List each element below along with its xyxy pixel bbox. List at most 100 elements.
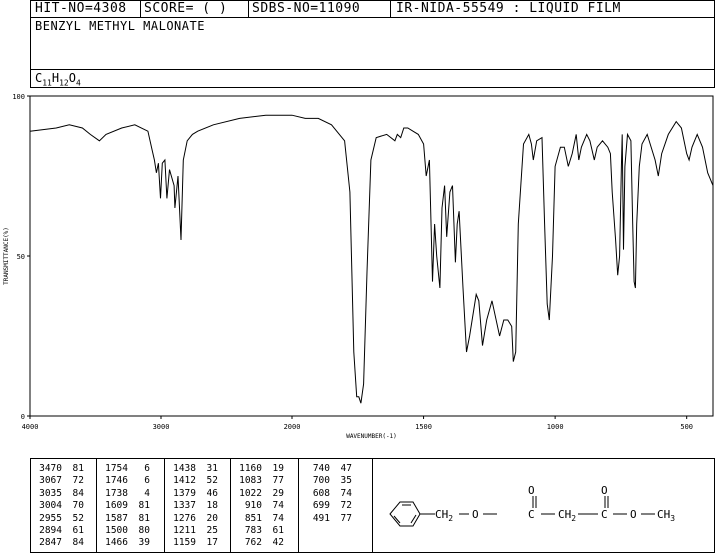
peak-transmittance: 74	[340, 487, 352, 499]
peak-row: 1159 17	[168, 537, 218, 549]
peak-transmittance: 70	[72, 500, 84, 512]
score: SCORE= ( )	[144, 1, 228, 16]
y-tick-label: 50	[17, 253, 25, 261]
x-tick-label: 2000	[284, 423, 301, 431]
plot-frame	[29, 95, 714, 417]
peak-row: 1412 52	[168, 475, 218, 487]
peak-transmittance: 31	[206, 463, 218, 474]
x-axis-label: WAVENUMBER(-1)	[346, 433, 397, 440]
peak-transmittance: 80	[138, 525, 150, 537]
peak-transmittance: 72	[340, 500, 352, 512]
peak-row: 1337 18	[168, 500, 218, 512]
x-tick-label: 3000	[153, 423, 170, 431]
peak-transmittance: 61	[72, 525, 84, 537]
peak-transmittance: 17	[206, 537, 218, 549]
peak-row: 1609 81	[100, 500, 150, 512]
peak-column-separator	[164, 458, 165, 553]
peak-wavenumber: 1609	[105, 500, 128, 512]
peak-wavenumber: 1160	[239, 463, 262, 474]
compound-name: BENZYL METHYL MALONATE	[35, 19, 205, 33]
peak-row: 608 74	[302, 488, 352, 500]
peak-wavenumber: 1159	[173, 537, 196, 549]
peak-transmittance: 29	[272, 487, 284, 499]
peak-transmittance: 74	[272, 512, 284, 524]
y-axis-label: TRANSMITTANCE(%)	[3, 227, 10, 285]
peak-transmittance: 61	[272, 525, 284, 537]
peak-transmittance: 81	[138, 500, 150, 512]
header-separator	[248, 0, 249, 17]
y-tick-label: 0	[21, 413, 25, 421]
peak-row: 1466 39	[100, 537, 150, 549]
peak-column-separator	[230, 458, 231, 553]
peak-wavenumber: 3470	[39, 463, 62, 474]
peak-column: 1438 31 1412 52 1379 46 1337 18 1276 20 1211 25 1159…	[168, 463, 218, 550]
peak-column-separator	[96, 458, 97, 553]
peak-row: 740 47	[302, 463, 352, 475]
peak-transmittance: 20	[206, 512, 218, 524]
peak-wavenumber: 1412	[173, 475, 196, 487]
ch2-label: CH2	[435, 508, 453, 523]
benzene-ring-icon	[389, 501, 421, 527]
peak-transmittance: 6	[144, 475, 150, 487]
peak-wavenumber: 762	[244, 537, 262, 549]
peak-transmittance: 77	[272, 475, 284, 487]
peak-wavenumber: 1276	[173, 512, 196, 524]
peak-wavenumber: 700	[312, 475, 330, 487]
peak-transmittance: 52	[72, 512, 84, 524]
peak-transmittance: 47	[340, 463, 352, 474]
peak-wavenumber: 3004	[39, 500, 62, 512]
peak-row: 2955 52	[34, 513, 84, 525]
peak-row: 1754 6	[100, 463, 150, 475]
spectrum-line	[29, 114, 714, 404]
peak-wavenumber: 1337	[173, 500, 196, 512]
peak-transmittance: 46	[206, 487, 218, 499]
peak-wavenumber: 1379	[173, 487, 196, 499]
peak-row: 3470 81	[34, 463, 84, 475]
peak-transmittance: 35	[340, 475, 352, 487]
ester-oxygen-2: O	[630, 508, 637, 521]
peak-row: 1746 6	[100, 475, 150, 487]
peak-transmittance: 72	[72, 475, 84, 487]
peak-wavenumber: 1466	[105, 537, 128, 549]
peak-wavenumber: 608	[312, 487, 330, 499]
peak-wavenumber: 740	[312, 463, 330, 474]
peak-transmittance: 81	[138, 512, 150, 524]
ch3-label: CH3	[657, 508, 675, 523]
peak-row: 3067 72	[34, 475, 84, 487]
peak-row: 1083 77	[234, 475, 284, 487]
peak-transmittance: 4	[144, 487, 150, 499]
carbonyl-oxygen-1: O	[528, 484, 535, 497]
carbonyl-oxygen-2: O	[601, 484, 608, 497]
peak-wavenumber: 1500	[105, 525, 128, 537]
peak-transmittance: 74	[272, 500, 284, 512]
peak-wavenumber: 491	[312, 512, 330, 524]
peak-row: 2894 61	[34, 525, 84, 537]
peak-wavenumber: 783	[244, 525, 262, 537]
peak-row: 1022 29	[234, 488, 284, 500]
peak-transmittance: 39	[138, 537, 150, 549]
x-tick-label: 1500	[415, 423, 432, 431]
peak-row: 3035 84	[34, 488, 84, 500]
peak-wavenumber: 1022	[239, 487, 262, 499]
peak-column: 1160 19 1083 77 1022 29 910 74 851 74 783 61 762 42	[234, 463, 284, 550]
peak-wavenumber: 1754	[105, 463, 128, 474]
x-tick-label: 500	[680, 423, 693, 431]
peak-wavenumber: 2955	[39, 512, 62, 524]
peak-row: 783 61	[234, 525, 284, 537]
x-tick-label: 1000	[547, 423, 564, 431]
ir-spectrum-chart: 1005004000 3000 2000 1500 1000 500WAVENUMBER(…	[3, 93, 714, 440]
peak-row: 851 74	[234, 513, 284, 525]
peak-transmittance: 25	[206, 525, 218, 537]
ir-nida-number: IR-NIDA-55549 : LIQUID FILM	[396, 1, 621, 16]
peak-wavenumber: 1738	[105, 487, 128, 499]
formula-divider	[30, 69, 715, 70]
peak-transmittance: 18	[206, 500, 218, 512]
peak-wavenumber: 910	[244, 500, 262, 512]
peak-row: 1500 80	[100, 525, 150, 537]
peak-column-separator	[298, 458, 299, 553]
peak-column: 740 47 700 35 608 74 699 72 491 77	[302, 463, 352, 525]
header-separator	[140, 0, 141, 17]
peak-row: 762 42	[234, 537, 284, 549]
carbonyl-carbon-2: C	[601, 508, 608, 521]
peak-transmittance: 81	[72, 463, 84, 474]
